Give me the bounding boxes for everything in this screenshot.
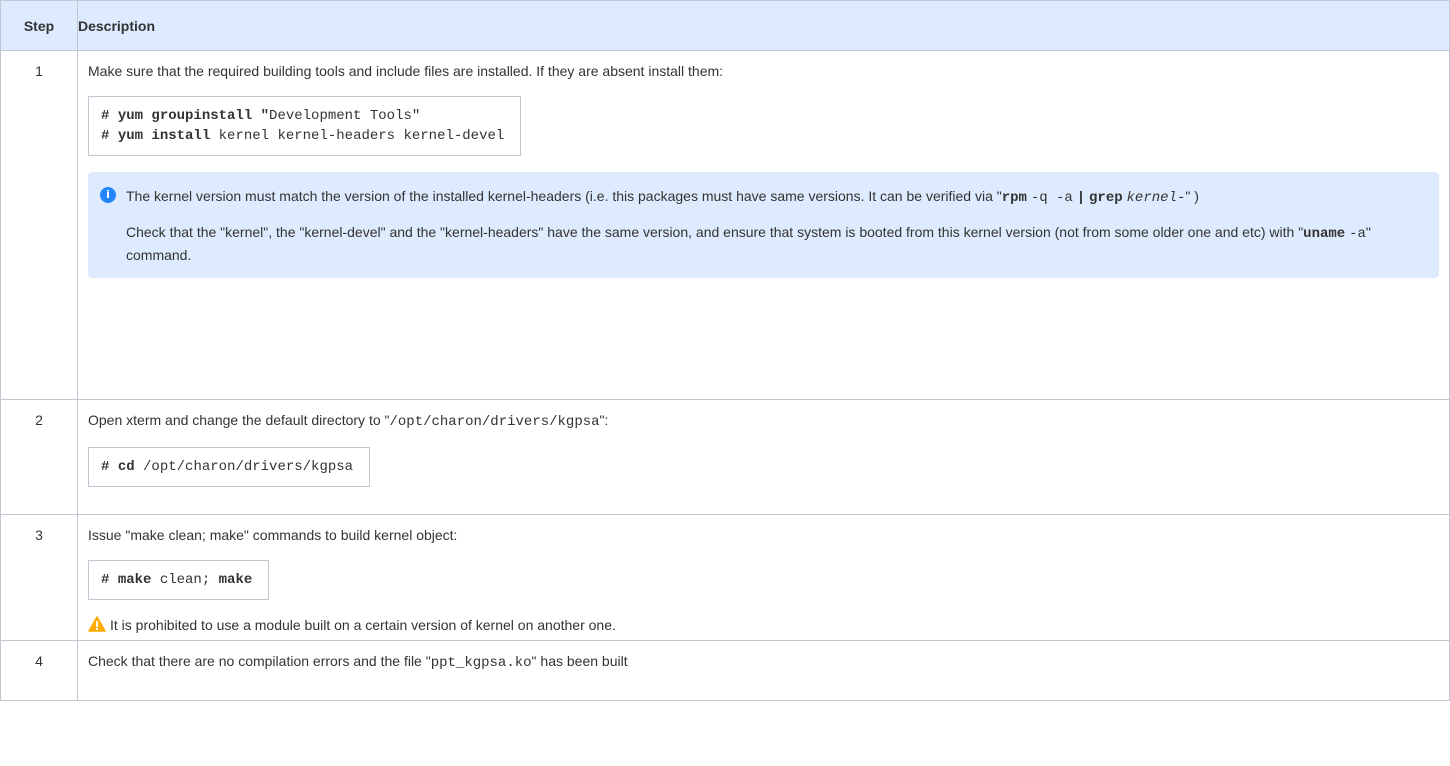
step2-text: Open xterm and change the default direct… [88, 412, 609, 430]
step-description: Make sure that the required building too… [77, 50, 1450, 400]
table-row: 2 Open xterm and change the default dire… [0, 399, 1450, 515]
warning-icon [88, 616, 106, 632]
code-block: # yum groupinstall "Development Tools" #… [88, 96, 522, 156]
step1-text: Make sure that the required building too… [88, 63, 724, 79]
info-paragraph-2: Check that the "kernel", the "kernel-dev… [126, 224, 1371, 263]
step3-text: Issue "make clean; make" commands to bui… [88, 527, 458, 543]
step-description: Issue "make clean; make" commands to bui… [77, 514, 1450, 641]
step-number: 3 [0, 514, 78, 641]
table-row: 3 Issue "make clean; make" commands to b… [0, 514, 1450, 641]
table-header-row: Step Description [0, 0, 1450, 51]
code-line: # yum install kernel kernel-headers kern… [101, 128, 505, 144]
info-panel: i The kernel version must match the vers… [88, 172, 1439, 278]
step-number: 1 [0, 50, 78, 400]
step-number: 4 [0, 640, 78, 701]
info-paragraph-1: The kernel version must match the versio… [126, 188, 1199, 206]
step-description: Check that there are no compilation erro… [77, 640, 1450, 701]
table-row: 1 Make sure that the required building t… [0, 50, 1450, 400]
header-description: Description [77, 0, 1450, 51]
steps-table: Step Description 1 Make sure that the re… [0, 0, 1450, 701]
header-step: Step [0, 0, 78, 51]
info-icon: i [100, 187, 116, 203]
code-line: # yum groupinstall "Development Tools" [101, 108, 421, 124]
step-description: Open xterm and change the default direct… [77, 399, 1450, 515]
step-number: 2 [0, 399, 78, 515]
step4-text: Check that there are no compilation erro… [88, 653, 628, 671]
table-row: 4 Check that there are no compilation er… [0, 640, 1450, 701]
warning-note: It is prohibited to use a module built o… [88, 616, 1449, 634]
code-block: # cd /opt/charon/drivers/kgpsa [88, 447, 371, 487]
code-block: # make clean; make [88, 560, 270, 600]
